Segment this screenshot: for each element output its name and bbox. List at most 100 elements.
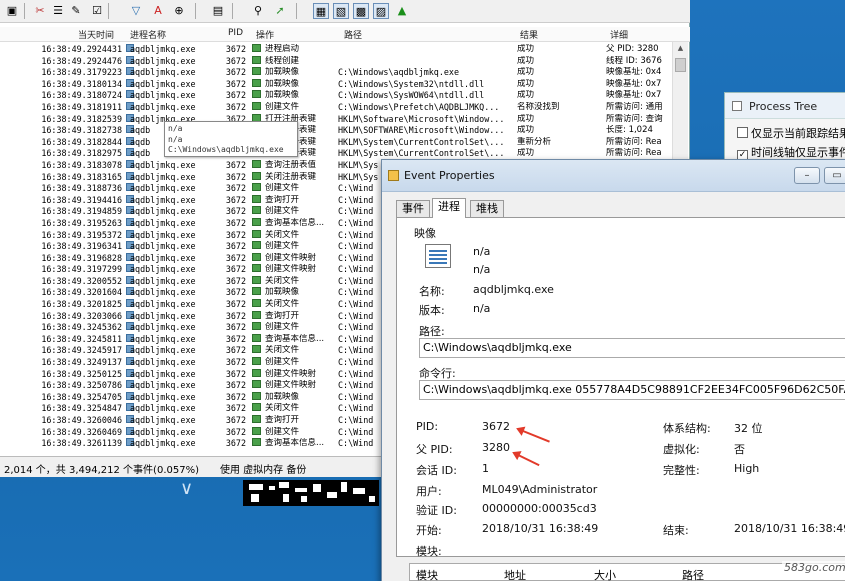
table-row[interactable]: 16:38:49.3179223 aqdbljmkq.exe 3672 加载映像 C:\… xyxy=(0,67,672,79)
table-row[interactable]: 16:38:49.3181911 aqdbljmkq.exe 3672 创建文件 C:\… xyxy=(0,101,672,114)
tab-stack[interactable]: 堆栈 xyxy=(470,200,504,217)
cell-process: aqdbljmkq.exe xyxy=(130,299,196,310)
cell-process: aqdbljmkq.exe xyxy=(130,368,196,379)
cell-process: aqdbljmkq.exe xyxy=(130,67,196,78)
cell-operation: 进程启动 xyxy=(265,44,300,54)
toolbar-separator xyxy=(296,3,297,19)
registry-activity-icon[interactable]: ▦ xyxy=(313,3,329,19)
jump-icon[interactable]: ➚ xyxy=(272,3,288,19)
name-value: aqdbljmkq.exe xyxy=(473,283,554,296)
process-tree-titlebar[interactable]: Process Tree xyxy=(725,93,845,119)
profiling-activity-icon[interactable]: ▲ xyxy=(394,3,410,19)
cell-path: HKLM\SOFTWARE\Microsoft\Window... xyxy=(338,125,505,136)
table-row[interactable]: 16:38:49.3182539 aqdbljmkq.exe 3672 打开注册表键 H… xyxy=(0,113,672,126)
filter-icon[interactable]: ▽ xyxy=(128,3,144,19)
watermark: 583go.com xyxy=(782,561,845,574)
cell-pid: 3672 xyxy=(225,426,246,437)
auth-id-label: 验证 ID: xyxy=(416,504,457,517)
clear-icon[interactable]: ✎ xyxy=(68,3,84,19)
checkbox-label: 时间线轴仅显示事件 xyxy=(751,146,845,159)
cell-pid: 3672 xyxy=(225,310,246,321)
cell-detail: 长度: 1,024 xyxy=(606,125,653,136)
process-activity-icon[interactable]: ▨ xyxy=(373,3,389,19)
cell-detail: 所需访问: 查询 xyxy=(606,113,663,124)
cell-path: C:\Windows\aqdbljmkq.exe xyxy=(338,67,460,78)
cell-operation: 关闭注册表键 xyxy=(265,171,317,182)
cell-time: 16:38:49.3260046 xyxy=(41,415,122,425)
cell-process: aqdbljmkq.exe xyxy=(130,345,196,356)
cell-time: 16:38:49.3245917 xyxy=(41,345,122,356)
chevron-down-icon: ∨ xyxy=(180,478,194,499)
cell-process: aqdbljmkq.exe xyxy=(130,206,196,217)
cell-operation: 关闭文件 xyxy=(265,299,300,310)
target-icon[interactable]: ⊕ xyxy=(171,3,187,19)
col-detail[interactable]: 详细 xyxy=(610,28,628,41)
cell-pid: 3672 xyxy=(225,194,246,205)
table-row[interactable]: 16:38:49.3182738aqdb打开注册表键HKLM\SOFTWARE\… xyxy=(0,125,672,137)
cell-time: 16:38:49.3260469 xyxy=(41,426,122,437)
scroll-thumb[interactable] xyxy=(675,58,686,72)
find-icon[interactable]: ⚲ xyxy=(250,3,266,19)
cell-time: 16:38:49.3183165 xyxy=(41,171,122,182)
file-activity-icon[interactable]: ▧ xyxy=(333,3,349,19)
cell-time: 16:38:49.3201604 xyxy=(41,287,122,298)
window-title: Event Properties xyxy=(404,169,495,182)
cell-operation: 创建文件映射 xyxy=(265,264,317,275)
operation-icon xyxy=(252,229,261,238)
minimize-button[interactable]: – xyxy=(794,167,820,184)
network-activity-icon[interactable]: ▩ xyxy=(353,3,369,19)
col-time[interactable]: 当天时间 xyxy=(78,28,114,41)
table-row[interactable]: 16:38:49.2924476 aqdbljmkq.exe 3672 线程创建 成功 线… xyxy=(0,55,672,68)
table-row[interactable]: 16:38:49.3180724 aqdbljmkq.exe 3672 加载映像 C:\… xyxy=(0,90,672,102)
maximize-button[interactable]: ▭ xyxy=(824,167,845,184)
operation-icon xyxy=(252,322,261,331)
operation-icon xyxy=(252,333,261,342)
modules-col-size[interactable]: 大小 xyxy=(594,567,616,581)
cell-operation: 创建文件 xyxy=(265,426,300,437)
command-line-field[interactable]: C:\Windows\aqdbljmkq.exe 055778A4D5C9889… xyxy=(419,380,845,400)
toolbar-separator xyxy=(108,3,109,19)
user-label: 用户: xyxy=(416,485,442,498)
capture-icon[interactable]: ✂ xyxy=(32,3,48,19)
table-row[interactable]: 16:38:49.3182844aqdb打开注册表键HKLM\System\Cu… xyxy=(0,136,672,149)
cell-pid: 3672 xyxy=(225,333,246,344)
cell-process: aqdbljmkq.exe xyxy=(130,44,196,54)
window-icon xyxy=(388,170,399,181)
modules-col-address[interactable]: 地址 xyxy=(504,567,526,581)
pid-value: 3672 xyxy=(482,420,510,433)
save-icon[interactable]: ▣ xyxy=(4,3,20,19)
edit-icon[interactable]: ☑ xyxy=(89,3,105,19)
cell-process: aqdbljmkq.exe xyxy=(130,333,196,344)
col-pid[interactable]: PID xyxy=(228,28,243,38)
operation-icon xyxy=(252,44,261,52)
column-header: 当天时间 进程名称 PID 操作 路径 结果 详细 xyxy=(0,27,690,42)
process-tree-icon[interactable]: ▤ xyxy=(210,3,226,19)
tab-process[interactable]: 进程 xyxy=(432,198,466,218)
cell-operation: 线程创建 xyxy=(265,55,300,66)
cell-time: 16:38:49.3245362 xyxy=(41,322,122,333)
modules-col-path[interactable]: 路径 xyxy=(682,567,704,581)
tooltip-line: C:\Windows\aqdbljmkq.exe xyxy=(168,145,284,154)
autoscroll-icon[interactable]: ☰ xyxy=(50,3,66,19)
cell-pid: 3672 xyxy=(225,183,246,194)
highlight-icon[interactable]: A xyxy=(150,3,166,19)
cell-operation: 加载映像 xyxy=(265,391,300,402)
tab-event[interactable]: 事件 xyxy=(396,200,430,217)
event-properties-titlebar[interactable]: Event Properties – ▭ xyxy=(382,160,845,192)
event-count: 2,014 个，共 3,494,212 个事件(0.057%) xyxy=(4,465,199,476)
only-current-trace-checkbox[interactable]: 仅显示当前跟踪结果 xyxy=(737,125,845,141)
version-label: 版本: xyxy=(419,304,445,317)
col-operation[interactable]: 操作 xyxy=(256,28,274,41)
cell-operation: 加载映像 xyxy=(265,67,300,78)
col-process[interactable]: 进程名称 xyxy=(130,28,166,41)
path-field[interactable]: C:\Windows\aqdbljmkq.exe xyxy=(419,338,845,358)
scroll-up-icon[interactable]: ▲ xyxy=(675,44,686,52)
col-result[interactable]: 结果 xyxy=(520,28,538,41)
checkbox-box[interactable] xyxy=(737,127,748,138)
cell-pid: 3672 xyxy=(225,438,246,449)
col-path[interactable]: 路径 xyxy=(344,28,362,41)
cell-process: aqdbljmkq.exe xyxy=(130,194,196,205)
modules-col-module[interactable]: 模块 xyxy=(416,567,438,581)
table-row[interactable]: 16:38:49.3180134 aqdbljmkq.exe 3672 加载映像 C:\… xyxy=(0,78,672,91)
table-row[interactable]: 16:38:49.2924431 aqdbljmkq.exe 3672 进程启动 成功 父… xyxy=(0,44,672,56)
